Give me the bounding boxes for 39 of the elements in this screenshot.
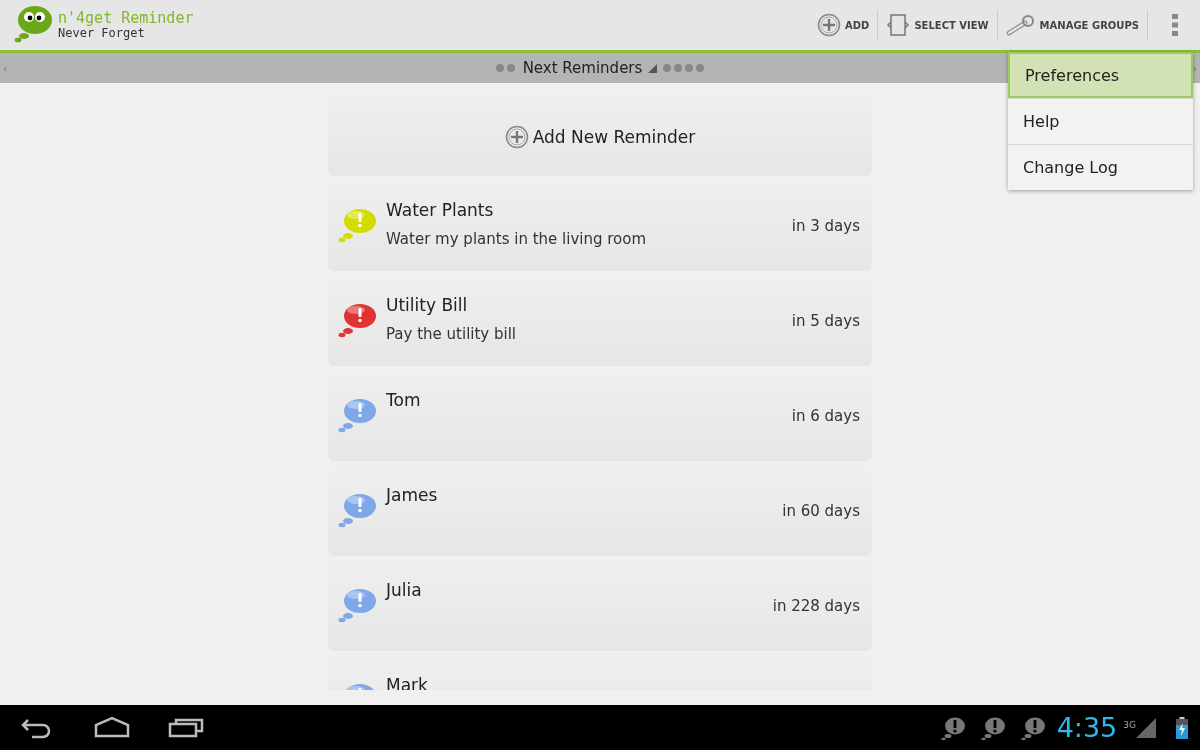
dropdown-corner-icon [648,63,658,73]
app-title: n'4get Reminder [58,10,194,27]
nav-button[interactable] [94,715,130,740]
reminder-title: Water Plants [386,200,495,220]
plus-circle-icon [817,13,842,37]
reminder-note: Pay the utility bill [386,325,518,343]
wrench-icon [1005,13,1036,37]
action-button[interactable]: SELECT VIEW [878,10,998,40]
notification-bubble-icon [940,715,965,740]
reminder-due: in 6 days [791,407,860,425]
view-selector[interactable]: Next Reminders [522,59,643,77]
notification-bubble-icon [980,715,1005,740]
menu-item[interactable]: Change Log [1008,144,1193,190]
menu-item[interactable]: Help [1008,98,1193,144]
app-logo-icon [14,5,54,45]
view-frame-icon [886,13,911,37]
action-button[interactable]: MANAGE GROUPS [997,10,1148,40]
reminder-note: Water my plants in the living room [386,230,648,248]
network-type: 3G [1123,720,1136,730]
menu-item[interactable]: Preferences [1008,52,1193,98]
reminder-due: in 5 days [791,312,860,330]
reminder-due: in 228 days [772,597,860,615]
app-subtitle: Never Forget [58,26,146,40]
menu-icon [1172,14,1178,36]
reminder-due: in 60 days [782,502,860,520]
battery-charging-icon [1176,716,1188,739]
page-dots-icon [495,64,515,72]
page-dots-icon [663,64,705,72]
reminder-title: Utility Bill [386,295,469,315]
home-icon [94,715,130,740]
clock: 4:35 [1056,712,1118,743]
action-button[interactable]: ADD [809,10,879,40]
reminder-title: James [386,485,439,505]
signal-icon [1136,717,1156,738]
reminder-due: in 3 days [791,217,860,235]
plus-circle-icon [504,124,529,149]
reminder-title: Tom [386,390,422,410]
reminder-title: Julia [386,580,423,600]
notification-bubble-icon [1020,715,1045,740]
